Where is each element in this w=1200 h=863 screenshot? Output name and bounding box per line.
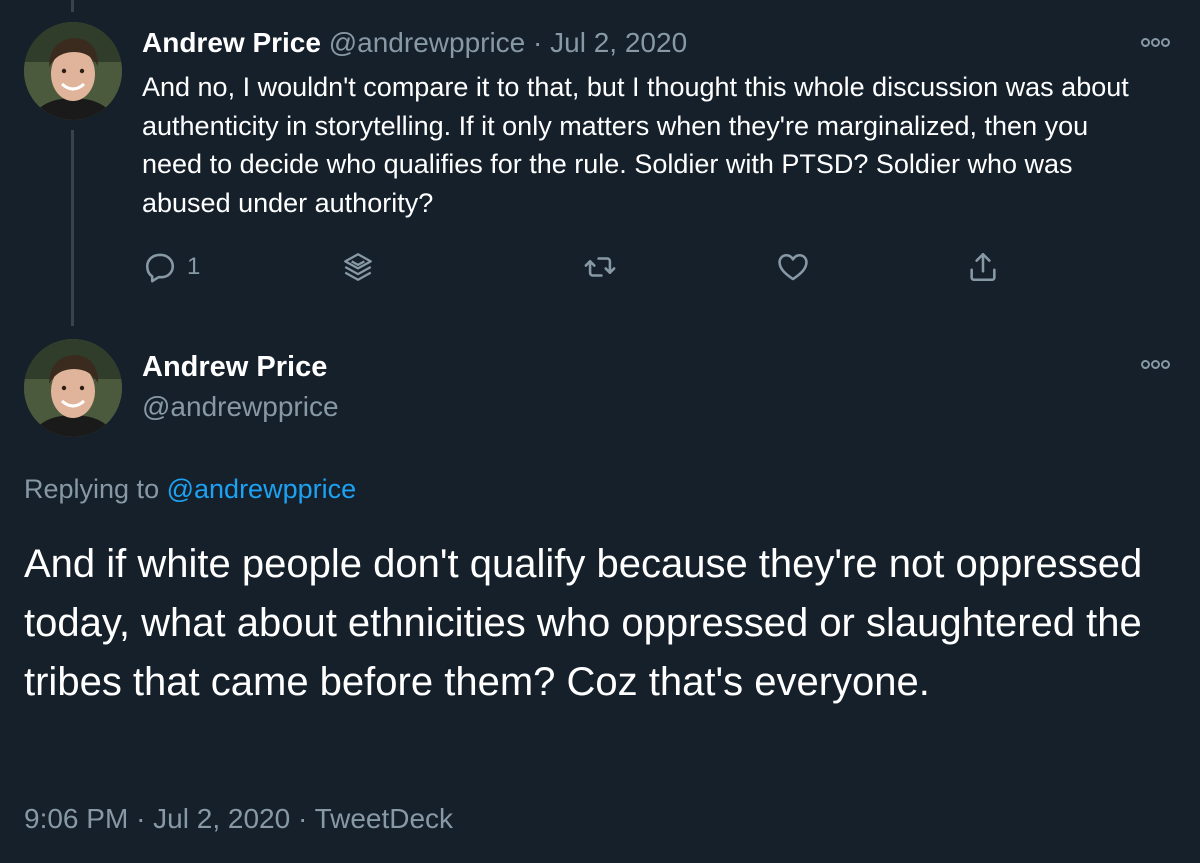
avatar[interactable] (24, 339, 122, 437)
tweet-date[interactable]: Jul 2, 2020 (550, 27, 687, 58)
replying-prefix: Replying to (24, 474, 160, 504)
reply-count: 1 (187, 253, 201, 280)
thread-line-top (71, 0, 74, 12)
tweet-date[interactable]: Jul 2, 2020 (153, 803, 290, 834)
tweet2-text: And if white people don't qualify becaus… (24, 542, 1143, 704)
tweet-meta: 9:06 PM · Jul 2, 2020 · TweetDeck (24, 801, 453, 837)
share-button[interactable] (966, 250, 1000, 284)
separator: · (136, 803, 146, 834)
tweet-source[interactable]: TweetDeck (315, 803, 454, 834)
like-button[interactable] (776, 250, 810, 284)
author-name[interactable]: Andrew Price (142, 27, 321, 58)
author-handle[interactable]: @andrewpprice (329, 27, 526, 58)
separator: · (297, 803, 308, 834)
more-icon[interactable] (1140, 34, 1170, 50)
author-handle[interactable]: @andrewpprice (142, 390, 339, 424)
avatar[interactable] (24, 22, 122, 120)
retweet-button[interactable] (583, 250, 617, 284)
replying-to-link[interactable]: @andrewpprice (167, 474, 357, 504)
replying-to: Replying to @andrewpprice (24, 472, 356, 506)
thread-line (71, 130, 74, 326)
stack-icon (344, 253, 372, 281)
author-name[interactable]: Andrew Price (142, 349, 327, 385)
reply-button[interactable]: 1 (143, 250, 200, 284)
separator: · (533, 27, 543, 58)
tweet1-header: Andrew Price @andrewpprice · Jul 2, 2020 (142, 26, 687, 60)
reply-icon (145, 253, 175, 283)
retweet-icon (584, 257, 616, 277)
heart-icon (778, 253, 808, 281)
tweet-time[interactable]: 9:06 PM (24, 803, 128, 834)
tweet1-actions: 1 (0, 250, 1200, 290)
more-icon[interactable] (1140, 356, 1170, 372)
tweet1-text: And no, I wouldn't compare it to that, b… (142, 72, 1129, 218)
stack-button[interactable] (341, 250, 375, 284)
share-icon (970, 252, 996, 282)
